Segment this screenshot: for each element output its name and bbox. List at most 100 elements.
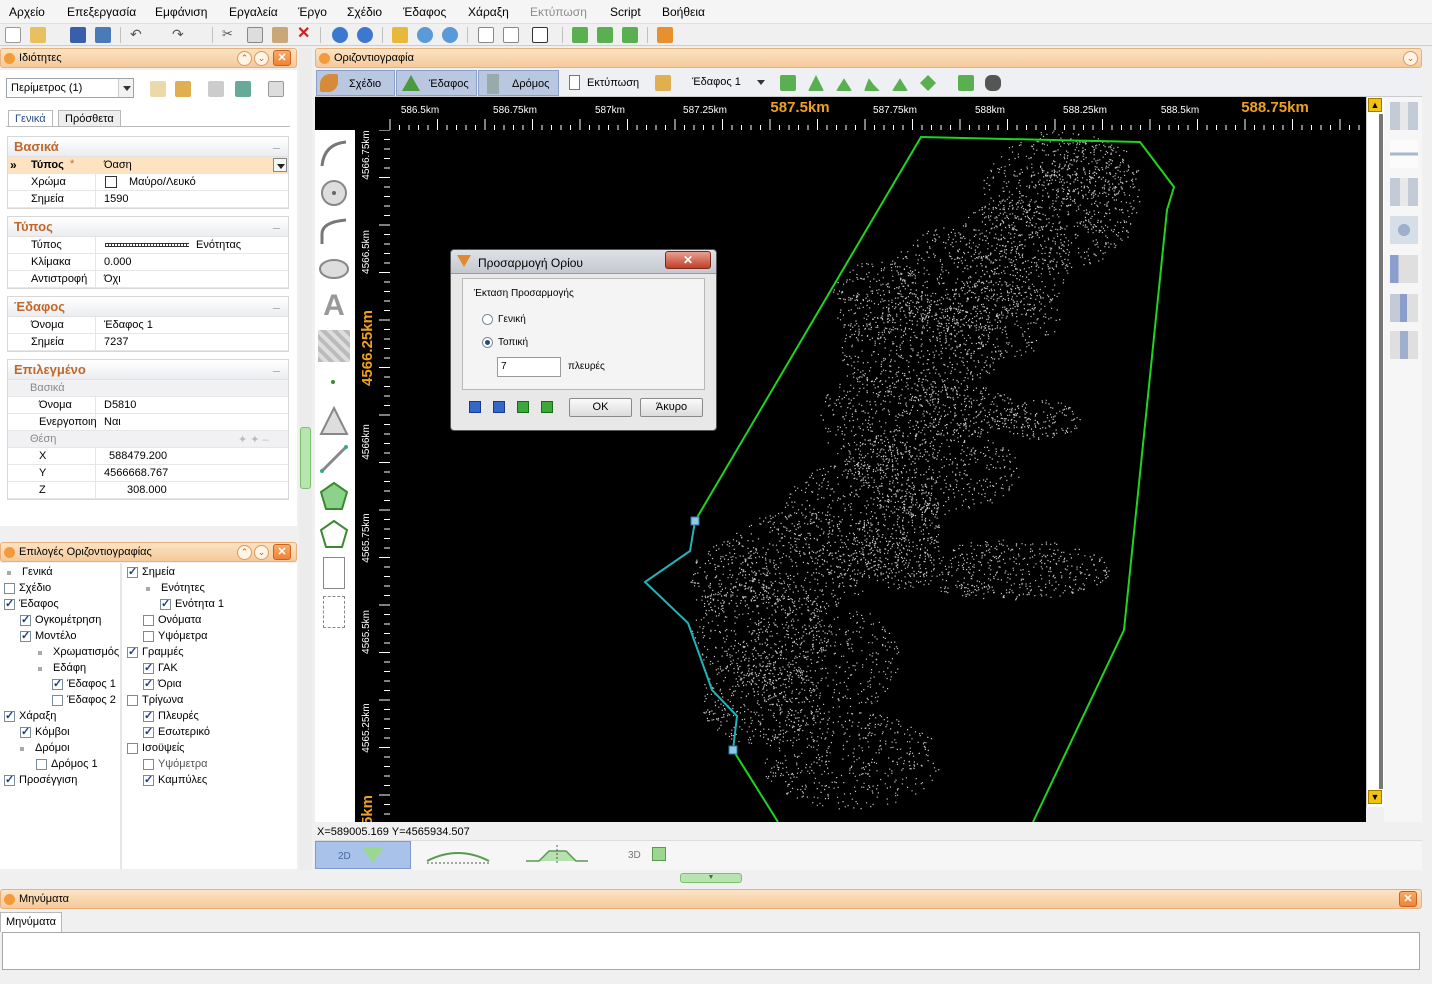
save-as-icon[interactable] — [95, 27, 111, 43]
align-icon[interactable] — [150, 81, 166, 97]
option-checkbox[interactable] — [127, 743, 138, 754]
sides-input[interactable]: 7 — [497, 357, 561, 377]
junction-icon[interactable] — [1390, 294, 1418, 322]
page-dashed-tool-icon[interactable] — [323, 596, 345, 628]
mode-2d-button[interactable]: 2D — [315, 841, 411, 869]
page-tool-icon[interactable] — [323, 557, 345, 589]
collapse-down-icon[interactable]: ⌄ — [254, 545, 269, 560]
object-selector[interactable]: Περίμετρος (1) — [6, 78, 134, 98]
cut-icon[interactable]: ✂ — [222, 27, 238, 43]
previous-icon[interactable] — [517, 401, 529, 413]
option-checkbox[interactable] — [4, 583, 15, 594]
tab-road[interactable]: Δρόμος — [478, 70, 559, 96]
terrain-tool-icon[interactable] — [780, 75, 796, 91]
option-checkbox[interactable] — [143, 615, 154, 626]
option-checkbox[interactable] — [20, 725, 31, 738]
close-icon[interactable]: ✕ — [273, 50, 291, 66]
open-folder-icon[interactable] — [30, 27, 46, 43]
text-tool-icon[interactable]: A — [318, 290, 350, 322]
mode-3d-button[interactable]: 3D — [620, 845, 686, 867]
prop-row-z[interactable]: Z 308.000 — [8, 482, 288, 499]
terrain-select[interactable]: Έδαφος 1 — [688, 73, 768, 93]
list-icon[interactable] — [572, 27, 588, 43]
ok-button[interactable]: OK — [569, 398, 632, 417]
collapse-up-icon[interactable]: ⌃ — [237, 545, 252, 560]
first-icon[interactable] — [469, 401, 481, 413]
import-icon[interactable] — [597, 27, 613, 43]
longitudinal-profile-icon[interactable] — [425, 845, 491, 867]
prop-row-sel-name[interactable]: Όνομα D5810 — [8, 397, 288, 414]
menu-drawing[interactable]: Σχέδιο — [347, 5, 382, 19]
option-checkbox[interactable] — [52, 677, 63, 690]
terrain-boundary[interactable] — [694, 135, 1176, 822]
radio-general[interactable] — [482, 314, 493, 325]
option-checkbox[interactable] — [143, 773, 154, 786]
intersection-icon[interactable] — [1390, 255, 1418, 283]
roundabout-icon[interactable] — [1390, 216, 1418, 244]
binoculars-icon[interactable] — [985, 75, 1001, 91]
collapse-up-icon[interactable]: ⌃ — [237, 51, 252, 66]
option-checkbox[interactable] — [143, 661, 154, 674]
redo-icon[interactable]: ↷ — [172, 27, 188, 43]
scroll-up-icon[interactable]: ▲ — [1368, 98, 1382, 112]
copy-icon[interactable] — [247, 27, 263, 43]
tab-general[interactable]: Γενικά — [8, 110, 53, 126]
boundary-vertex-handle[interactable] — [690, 516, 700, 526]
zoom-extents-icon[interactable] — [442, 27, 458, 43]
adjusted-boundary-segment[interactable] — [643, 520, 739, 751]
close-icon[interactable]: ✕ — [273, 544, 291, 560]
zoom-icon[interactable] — [417, 27, 433, 43]
prop-row-reverse[interactable]: Αντιστροφή Όχι — [8, 271, 288, 288]
close-icon[interactable]: ✕ — [1399, 891, 1417, 907]
menu-tools[interactable]: Εργαλεία — [229, 5, 278, 19]
filter-icon[interactable] — [235, 81, 251, 97]
layout-icon[interactable] — [532, 27, 548, 43]
undo-icon[interactable]: ↶ — [130, 27, 146, 43]
circle-tool-icon[interactable] — [318, 177, 350, 209]
paste-icon[interactable] — [272, 27, 288, 43]
boundary-vertex-handle[interactable] — [728, 745, 738, 755]
radio-local[interactable] — [482, 337, 493, 348]
option-checkbox[interactable] — [160, 597, 171, 610]
menu-file[interactable]: Αρχείο — [9, 5, 45, 19]
menu-script[interactable]: Script — [610, 5, 641, 19]
wand-icon[interactable] — [657, 27, 673, 43]
layers-icon[interactable] — [655, 75, 671, 91]
option-checkbox[interactable] — [20, 629, 31, 642]
grid-terrain-icon[interactable] — [958, 75, 974, 91]
menu-help[interactable]: Βοήθεια — [662, 5, 705, 19]
option-checkbox[interactable] — [143, 725, 154, 738]
prop-row-color[interactable]: Χρώμα Μαύρο/Λευκό — [8, 174, 288, 191]
tab-messages[interactable]: Μηνύματα — [0, 912, 63, 932]
terrain-boundary[interactable] — [732, 749, 779, 822]
layers-icon[interactable] — [175, 81, 191, 97]
option-checkbox[interactable] — [4, 597, 15, 610]
splitter-handle[interactable] — [300, 427, 311, 489]
tab-drawing[interactable]: Σχέδιο — [316, 70, 395, 96]
collapse-down-icon[interactable]: ⌄ — [254, 51, 269, 66]
point-tool-icon[interactable] — [331, 380, 335, 384]
ellipse-tool-icon[interactable] — [318, 253, 350, 285]
collapse-icon[interactable]: ⌄ — [1403, 51, 1418, 66]
road-tool-icon[interactable] — [1390, 102, 1418, 130]
forward-icon[interactable] — [357, 27, 373, 43]
map-canvas[interactable] — [390, 130, 1366, 822]
option-checkbox[interactable] — [143, 759, 154, 770]
new-file-icon[interactable] — [5, 27, 21, 43]
cancel-button[interactable]: Άκυρο — [640, 398, 703, 417]
menu-view[interactable]: Εμφάνιση — [155, 5, 207, 19]
polygon-fill-tool-icon[interactable] — [318, 480, 350, 512]
formula-icon[interactable] — [503, 27, 519, 43]
back-icon[interactable] — [332, 27, 348, 43]
grid-icon[interactable] — [208, 81, 224, 97]
prop-row-y[interactable]: Y 4566668.767 — [8, 465, 288, 482]
triangle-tool-icon[interactable] — [318, 405, 350, 437]
save-icon[interactable] — [70, 27, 86, 43]
properties-icon[interactable] — [268, 81, 284, 97]
option-checkbox[interactable] — [52, 695, 63, 706]
menu-project[interactable]: Έργο — [298, 5, 327, 19]
prop-row-x[interactable]: X 588479.200 — [8, 448, 288, 465]
prop-row-terrain-points[interactable]: Σημεία 7237 — [8, 334, 288, 351]
export-icon[interactable] — [478, 27, 494, 43]
scroll-down-icon[interactable]: ▼ — [1368, 790, 1382, 804]
